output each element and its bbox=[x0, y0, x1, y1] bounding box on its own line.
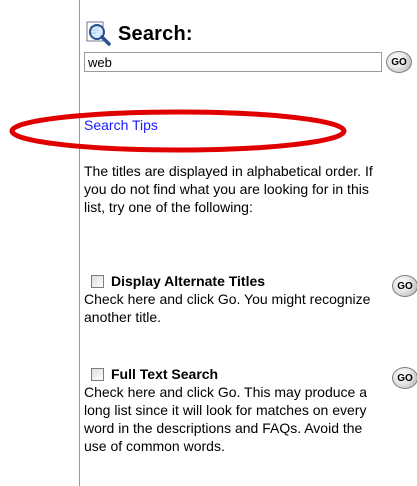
alternate-titles-go-button[interactable]: GO bbox=[392, 275, 417, 297]
search-tips-link[interactable]: Search Tips bbox=[84, 117, 158, 133]
option-label: Full Text Search bbox=[111, 366, 219, 382]
alternate-titles-checkbox[interactable] bbox=[91, 274, 104, 288]
full-text-go-button[interactable]: GO bbox=[392, 367, 417, 389]
search-input[interactable] bbox=[84, 52, 382, 72]
option-alternate-titles: Display Alternate Titles Check here and … bbox=[84, 272, 384, 326]
search-go-button[interactable]: GO bbox=[386, 51, 412, 73]
option-header: Full Text Search bbox=[84, 365, 384, 383]
search-title: Search: bbox=[118, 22, 193, 45]
option-header: Display Alternate Titles bbox=[84, 272, 384, 290]
option-text: Check here and click Go. You might recog… bbox=[84, 291, 371, 325]
option-text: Check here and click Go. This may produc… bbox=[84, 384, 367, 454]
full-text-checkbox[interactable] bbox=[91, 367, 104, 381]
page: Search: GO Search Tips The titles are di… bbox=[0, 0, 417, 486]
results-description: The titles are displayed in alphabetical… bbox=[84, 163, 373, 215]
option-full-text-search: Full Text Search Check here and click Go… bbox=[84, 365, 384, 455]
option-label: Display Alternate Titles bbox=[111, 273, 266, 289]
search-header: Search: bbox=[84, 19, 193, 49]
magnifier-icon bbox=[84, 20, 112, 48]
